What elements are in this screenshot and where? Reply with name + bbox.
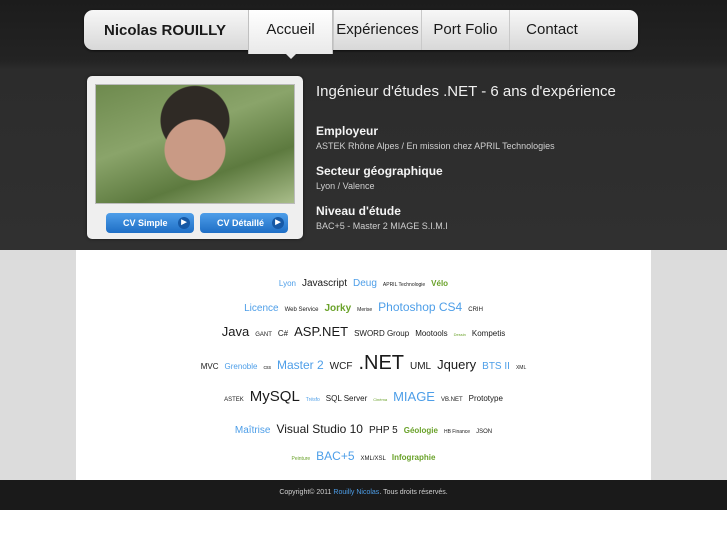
cv-simple-button[interactable]: CV Simple ▶	[106, 213, 194, 233]
tag-row: Licence Web Service Jorky Merise Photoshop C…	[76, 298, 651, 316]
tag-row: Java GANT C# ASP.NET SWORD Group Mootools Dess…	[76, 323, 651, 341]
footer: Copyright© 2011 Rouilly Nicolas. Tous dr…	[0, 480, 727, 510]
cv-detaille-label: CV Détaillé	[217, 218, 265, 228]
tag-link[interactable]: PHP 5	[369, 425, 398, 436]
nav-item-accueil[interactable]: Accueil	[248, 10, 333, 54]
education-label: Niveau d'étude	[316, 204, 401, 218]
tag-link[interactable]: XML/XSL	[361, 456, 386, 462]
education-value: BAC+5 - Master 2 MIAGE S.I.M.I	[316, 221, 448, 231]
region-value: Lyon / Valence	[316, 181, 375, 191]
tag-link[interactable]: HB Finance	[444, 429, 470, 435]
tag-link[interactable]: Géologie	[404, 426, 438, 435]
tag-link[interactable]: Mootools	[415, 329, 447, 338]
tag-link[interactable]: Licence	[244, 303, 278, 314]
tag-link[interactable]: GANT	[255, 332, 272, 338]
tag-link[interactable]: Java	[222, 324, 249, 339]
tag-link[interactable]: Visual Studio 10	[276, 422, 363, 436]
tag-link[interactable]: Infographie	[392, 453, 436, 462]
tag-link[interactable]: Trésfo	[306, 397, 320, 403]
tag-link[interactable]: VB.NET	[441, 397, 463, 403]
tag-link[interactable]: MVC	[201, 362, 219, 371]
tag-link[interactable]: SQL Server	[326, 394, 368, 403]
tag-link[interactable]: .NET	[358, 352, 404, 375]
rights-text: . Tous droits réservés.	[379, 489, 448, 496]
tag-link[interactable]: Jorky	[324, 303, 351, 314]
tag-row: Peinture BAC+5 XML/XSL Infographie	[76, 447, 651, 465]
tag-link[interactable]: C#	[278, 329, 288, 338]
tag-link[interactable]: WCF	[330, 361, 353, 372]
employer-label: Employeur	[316, 124, 379, 138]
tag-link[interactable]: Prototype	[469, 394, 503, 403]
tag-link[interactable]: ASTEK	[224, 397, 244, 403]
tag-link[interactable]: SWORD Group	[354, 329, 409, 338]
nav-item-portfolio[interactable]: Port Folio	[421, 10, 509, 50]
tag-link[interactable]: Maîtrise	[235, 425, 271, 436]
tag-link[interactable]: Cinéma	[373, 397, 387, 402]
profile-card: CV Simple ▶ CV Détaillé ▶	[87, 76, 303, 239]
tag-link[interactable]: Deug	[353, 278, 377, 289]
tag-link[interactable]: JSON	[476, 429, 492, 435]
tag-cloud: Lyon Javascript Deug APRIL Technologie Vélo L…	[76, 250, 651, 480]
tag-link[interactable]: MIAGE	[393, 389, 435, 404]
tag-row: ASTEK MySQL Trésfo SQL Server Cinéma MIAGE VB.…	[76, 388, 651, 406]
tag-link[interactable]: UML	[410, 361, 431, 372]
tag-link[interactable]: Web Service	[285, 307, 319, 313]
tag-link[interactable]: APRIL Technologie	[383, 282, 425, 288]
hero-banner: Nicolas ROUILLY Accueil Expériences Port…	[0, 0, 727, 250]
active-nav-caret-icon	[284, 52, 298, 59]
tag-link[interactable]: Peinture	[292, 456, 311, 462]
top-navigation: Nicolas ROUILLY Accueil Expériences Port…	[84, 10, 638, 54]
tag-link[interactable]: XML	[516, 365, 526, 371]
tag-link[interactable]: BTS II	[482, 361, 510, 372]
tag-link[interactable]: Javascript	[302, 278, 347, 289]
tag-link[interactable]: Grenoble	[225, 362, 258, 371]
headline: Ingénieur d'études .NET - 6 ans d'expéri…	[316, 83, 616, 100]
tag-link[interactable]: Master 2	[277, 358, 324, 372]
tag-row: Lyon Javascript Deug APRIL Technologie Vélo	[76, 273, 651, 291]
tag-link[interactable]: Jquery	[437, 357, 476, 372]
tag-link[interactable]: Vélo	[431, 279, 448, 288]
arrow-right-icon: ▶	[272, 217, 284, 229]
tag-row: Maîtrise Visual Studio 10 PHP 5 Géologie HB …	[76, 420, 651, 438]
employer-value: ASTEK Rhône Alpes / En mission chez APRI…	[316, 141, 555, 151]
copyright-text: Copyright© 2011	[279, 489, 332, 496]
tag-link[interactable]: MySQL	[250, 388, 300, 405]
region-label: Secteur géographique	[316, 164, 443, 178]
tag-link[interactable]: CRIH	[468, 307, 483, 313]
tag-row: MVC Grenoble css Master 2 WCF .NET UML Jquery BT…	[76, 352, 651, 375]
tag-link[interactable]: Photoshop CS4	[378, 300, 462, 314]
profile-photo	[95, 84, 295, 204]
cv-simple-label: CV Simple	[123, 218, 168, 228]
cv-detaille-button[interactable]: CV Détaillé ▶	[200, 213, 288, 233]
nav-item-contact[interactable]: Contact	[509, 10, 594, 50]
brand-name: Nicolas ROUILLY	[104, 22, 226, 39]
tag-link[interactable]: Lyon	[279, 279, 296, 288]
tag-link[interactable]: Kompetis	[472, 329, 505, 338]
tag-link[interactable]: ASP.NET	[294, 324, 348, 339]
tag-link[interactable]: Dessin	[454, 332, 466, 337]
arrow-right-icon: ▶	[178, 217, 190, 229]
author-link[interactable]: Rouilly Nicolas	[333, 489, 379, 496]
page-bottom	[0, 510, 727, 545]
nav-item-experiences[interactable]: Expériences	[333, 10, 421, 50]
tag-link[interactable]: Merise	[357, 307, 372, 313]
tag-link[interactable]: BAC+5	[316, 449, 354, 463]
tag-link[interactable]: css	[263, 365, 271, 371]
